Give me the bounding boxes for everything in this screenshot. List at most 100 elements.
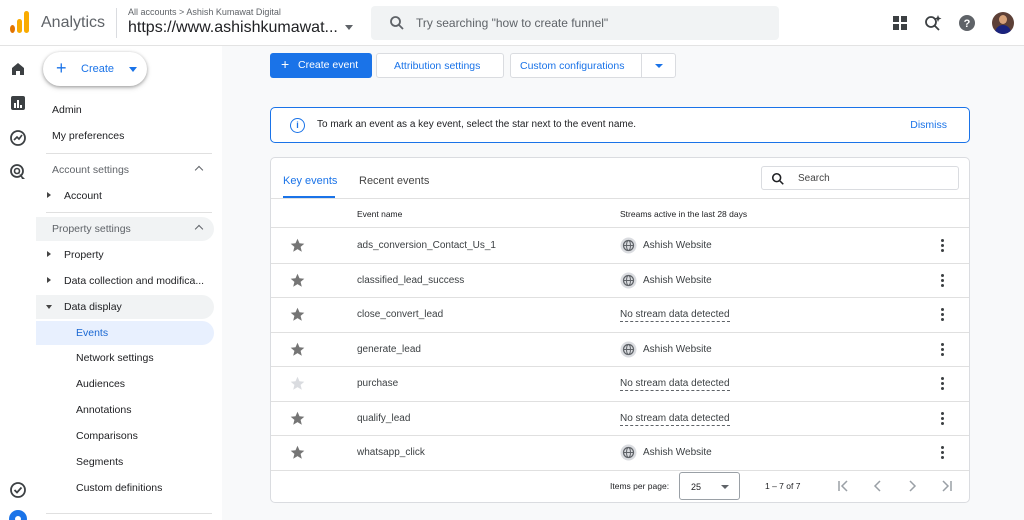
create-event-button[interactable]: + Create event <box>270 53 372 78</box>
table-header: Event name Streams active in the last 28… <box>271 199 969 228</box>
analytics-logo-icon[interactable] <box>9 11 29 33</box>
admin-side-nav: + Create Admin My preferences Account se… <box>36 46 222 520</box>
key-event-star-icon[interactable] <box>290 238 305 253</box>
table-row: classified_lead_success Ashish Website <box>271 264 969 298</box>
key-event-info-banner: i To mark an event as a key event, selec… <box>270 107 970 143</box>
nav-item-segments[interactable]: Segments <box>36 450 216 474</box>
nav-item-account[interactable]: Account <box>36 184 216 208</box>
advertising-icon[interactable] <box>9 163 27 181</box>
help-icon[interactable]: ? <box>957 13 977 33</box>
previous-page-icon[interactable] <box>871 480 885 492</box>
nav-item-events[interactable]: Events <box>36 321 214 345</box>
key-event-star-icon[interactable] <box>290 273 305 288</box>
key-event-star-icon[interactable] <box>290 342 305 357</box>
chevron-down-icon <box>129 67 137 72</box>
stream-name: Ashish Website <box>643 447 712 458</box>
table-row: generate_lead Ashish Website <box>271 333 969 367</box>
chevron-up-icon <box>194 224 204 234</box>
nav-item-annotations[interactable]: Annotations <box>36 398 216 422</box>
more-options-icon[interactable] <box>941 377 945 391</box>
property-dropdown-icon[interactable] <box>345 25 353 30</box>
table-pagination: Items per page: 25 1 – 7 of 7 <box>271 467 969 502</box>
create-label: Create <box>81 63 115 75</box>
nav-item-my-preferences[interactable]: My preferences <box>36 124 216 148</box>
key-event-star-icon[interactable] <box>290 445 305 460</box>
plus-icon: + <box>281 56 290 72</box>
info-icon: i <box>290 118 305 133</box>
more-options-icon[interactable] <box>941 446 945 460</box>
nav-item-admin[interactable]: Admin <box>36 98 216 122</box>
admin-gear-icon[interactable] <box>9 510 27 520</box>
no-stream-label[interactable]: No stream data detected <box>620 413 730 426</box>
expand-arrow-icon <box>47 192 51 198</box>
globe-icon <box>620 272 637 288</box>
event-name: qualify_lead <box>357 412 411 424</box>
collapse-arrow-icon <box>46 305 52 309</box>
user-avatar[interactable] <box>992 12 1014 34</box>
chevron-down-icon[interactable] <box>655 64 663 68</box>
apps-grid-icon[interactable] <box>890 13 910 33</box>
nav-divider <box>46 153 212 154</box>
more-options-icon[interactable] <box>941 411 945 426</box>
nav-divider <box>46 212 212 213</box>
create-button[interactable]: + Create <box>43 52 147 86</box>
global-search[interactable]: Try searching "how to create funnel" <box>371 6 779 40</box>
events-table-card: Key events Recent events Search Event na… <box>270 157 970 503</box>
no-stream-label[interactable]: No stream data detected <box>620 309 730 322</box>
expand-arrow-icon <box>47 277 51 283</box>
header-divider <box>116 8 117 38</box>
event-name: close_convert_lead <box>357 309 444 320</box>
next-page-icon[interactable] <box>905 480 919 492</box>
reports-icon[interactable] <box>9 94 27 112</box>
tab-recent-events[interactable]: Recent events <box>359 175 429 187</box>
more-options-icon[interactable] <box>941 342 945 357</box>
chevron-up-icon <box>194 165 204 175</box>
expand-arrow-icon <box>47 251 51 257</box>
search-placeholder: Try searching "how to create funnel" <box>416 16 609 30</box>
more-options-icon[interactable] <box>941 273 945 288</box>
first-page-icon[interactable] <box>837 480 851 492</box>
globe-icon <box>620 444 637 461</box>
attribution-settings-button[interactable]: Attribution settings <box>376 53 504 78</box>
search-insights-icon[interactable] <box>923 13 943 33</box>
event-name: classified_lead_success <box>357 274 465 286</box>
table-row: qualify_lead No stream data detected <box>271 402 969 436</box>
stream-name: Ashish Website <box>643 274 712 286</box>
home-icon[interactable] <box>9 60 27 78</box>
table-row: close_convert_lead No stream data detecte… <box>271 298 969 333</box>
banner-message: To mark an event as a key event, select … <box>317 119 637 130</box>
custom-configurations-button[interactable]: Custom configurations <box>510 53 676 78</box>
svg-text:?: ? <box>964 18 971 30</box>
more-options-icon[interactable] <box>941 308 945 322</box>
items-per-page-select[interactable]: 25 <box>679 472 740 500</box>
section-account-settings[interactable]: Account settings <box>52 158 214 182</box>
key-event-star-icon[interactable] <box>290 307 305 322</box>
section-property-settings[interactable]: Property settings <box>36 217 214 241</box>
nav-item-comparisons[interactable]: Comparisons <box>36 424 216 448</box>
nav-item-network-settings[interactable]: Network settings <box>36 346 216 370</box>
breadcrumb-separator: > <box>179 7 185 17</box>
breadcrumb-account[interactable]: Ashish Kumawat Digital <box>186 7 281 17</box>
property-selector[interactable]: https://www.ashishkumawat... <box>128 19 358 37</box>
tab-key-events[interactable]: Key events <box>283 175 337 187</box>
nav-item-data-display[interactable]: Data display <box>36 295 214 319</box>
column-header-event-name[interactable]: Event name <box>357 209 402 219</box>
nav-item-custom-definitions[interactable]: Custom definitions <box>36 476 216 500</box>
event-name: generate_lead <box>357 343 421 355</box>
table-search-input[interactable]: Search <box>761 166 959 190</box>
nav-item-data-collection[interactable]: Data collection and modifica... <box>36 269 216 293</box>
key-event-star-icon[interactable] <box>290 411 305 426</box>
last-page-icon[interactable] <box>939 480 953 492</box>
nav-item-property[interactable]: Property <box>36 243 216 267</box>
account-breadcrumb[interactable]: All accounts > Ashish Kumawat Digital <box>128 7 281 17</box>
explore-icon[interactable] <box>9 129 27 147</box>
key-event-star-icon[interactable] <box>290 376 305 391</box>
no-stream-label[interactable]: No stream data detected <box>620 378 730 391</box>
nav-item-audiences[interactable]: Audiences <box>36 372 216 396</box>
dismiss-button[interactable]: Dismiss <box>910 119 947 131</box>
breadcrumb-root[interactable]: All accounts <box>128 7 177 17</box>
checklist-icon[interactable] <box>9 481 27 499</box>
more-options-icon[interactable] <box>941 239 945 253</box>
items-per-page-label: Items per page: <box>610 481 670 491</box>
stream-name: Ashish Website <box>643 343 712 355</box>
